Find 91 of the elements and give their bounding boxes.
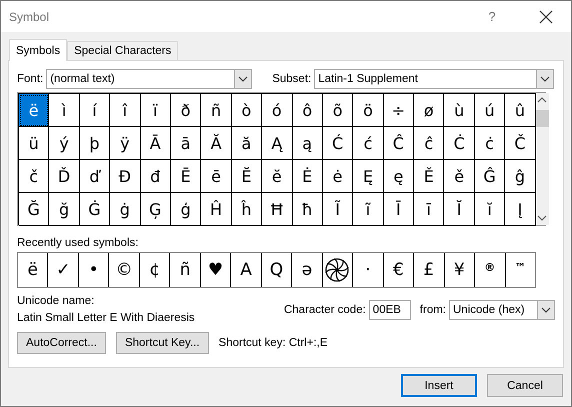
tab[interactable]: Special Characters <box>67 41 178 60</box>
unicode-name-label: Unicode name: <box>17 295 96 307</box>
close-icon <box>539 10 553 24</box>
symbol-cell[interactable]: ĉ <box>414 127 444 160</box>
scroll-up-icon[interactable] <box>537 97 548 103</box>
symbol-cell[interactable]: ę <box>384 160 414 193</box>
symbol-cell[interactable]: ÿ <box>110 127 141 160</box>
symbol-cell[interactable]: î <box>110 94 141 127</box>
symbol-cell[interactable]: Ć <box>322 127 354 160</box>
symbol-cell[interactable]: ċ <box>474 127 506 160</box>
subset-label: Subset: <box>272 73 312 85</box>
shortcut-key-text: Shortcut key: Ctrl+:,E <box>218 337 328 349</box>
symbol-cell[interactable]: ñ <box>201 94 232 127</box>
symbol-cell[interactable]: č <box>19 160 50 193</box>
symbol-cell[interactable]: ē <box>201 160 232 193</box>
symbol-cell[interactable]: ì <box>49 94 80 127</box>
dialog-button[interactable]: AutoCorrect... <box>17 332 106 354</box>
symbol-cell[interactable]: Ę <box>353 160 384 193</box>
scroll-down-icon[interactable] <box>537 215 548 221</box>
symbol-cell[interactable]: í <box>80 94 110 127</box>
symbol-cell[interactable]: ĩ <box>353 193 384 226</box>
symbol-cell[interactable]: ā <box>170 127 202 160</box>
symbol-cell[interactable]: ħ <box>292 193 323 226</box>
from-label: from: <box>420 304 446 316</box>
symbol-cell[interactable]: Ā <box>140 127 171 160</box>
help-button[interactable]: ? <box>477 9 507 24</box>
symbol-cell[interactable]: õ <box>322 94 354 127</box>
symbol-cell[interactable]: ć <box>353 127 384 160</box>
tab[interactable]: Symbols <box>9 39 68 61</box>
symbol-cell[interactable]: ø <box>414 94 444 127</box>
symbol-cell[interactable]: ô <box>292 94 323 127</box>
symbol-cell[interactable]: đ <box>140 160 171 193</box>
symbol-cell[interactable]: Ĩ <box>322 193 354 226</box>
font-label: Font: <box>17 73 44 85</box>
symbol-cell[interactable]: ù <box>444 94 475 127</box>
dialog-button[interactable]: Shortcut Key... <box>116 332 209 354</box>
symbol-cell[interactable]: Ė <box>292 160 323 193</box>
symbol-cell[interactable]: ğ <box>49 193 80 226</box>
symbol-cell[interactable]: Ą <box>262 127 293 160</box>
symbol-cell[interactable]: Ē <box>170 160 202 193</box>
symbol-cell[interactable]: Ĥ <box>201 193 232 226</box>
symbol-cell[interactable]: ð <box>170 94 202 127</box>
symbol-cell[interactable]: ÷ <box>384 94 414 127</box>
recent-label: Recently used symbols: <box>17 237 140 249</box>
symbol-cell[interactable]: þ <box>80 127 110 160</box>
symbol-cell[interactable]: Ĉ <box>384 127 414 160</box>
subset-dropdown[interactable]: Latin-1 Supplement <box>314 69 554 89</box>
character-code-label: Character code: <box>284 304 366 316</box>
symbol-cell[interactable]: ġ <box>110 193 141 226</box>
symbol-cell[interactable]: Ī <box>384 193 414 226</box>
symbol-cell[interactable]: Ħ <box>262 193 293 226</box>
symbol-cell[interactable]: Ĕ <box>232 160 262 193</box>
symbol-cell[interactable]: Ġ <box>80 193 110 226</box>
symbol-cell[interactable]: ò <box>232 94 262 127</box>
symbol-cell[interactable]: ĕ <box>262 160 293 193</box>
symbol-cell[interactable]: Ċ <box>444 127 475 160</box>
scrollbar[interactable] <box>536 93 549 225</box>
symbol-cell[interactable]: Ă <box>201 127 232 160</box>
symbol-cell[interactable]: Ĝ <box>474 160 506 193</box>
spiral-icon[interactable] <box>325 258 350 282</box>
dialog-button[interactable]: Insert <box>401 374 477 397</box>
symbol-cell[interactable]: Đ <box>110 160 141 193</box>
symbol-cell[interactable]: ü <box>19 127 50 160</box>
symbol-cell[interactable]: ý <box>49 127 80 160</box>
scrollbar-thumb[interactable] <box>536 110 549 127</box>
window-title: Symbol <box>9 10 50 24</box>
symbol-cell[interactable]: ė <box>322 160 354 193</box>
symbol-cell[interactable]: ą <box>292 127 323 160</box>
symbol-cell[interactable]: Ě <box>414 160 444 193</box>
font-dropdown[interactable]: (normal text) <box>46 69 252 89</box>
symbol-cell[interactable]: ï <box>140 94 171 127</box>
symbol-cell[interactable]: ö <box>353 94 384 127</box>
symbol-cell[interactable]: ī <box>414 193 444 226</box>
symbol-cell[interactable]: ď <box>80 160 110 193</box>
symbol-cell[interactable]: ă <box>232 127 262 160</box>
symbol-cell[interactable]: Ď <box>49 160 80 193</box>
from-dropdown[interactable]: Unicode (hex) <box>449 300 555 320</box>
symbol-cell[interactable]: ģ <box>170 193 202 226</box>
character-code-field[interactable]: 00EB <box>368 300 411 320</box>
symbol-cell[interactable]: Ģ <box>140 193 171 226</box>
symbol-cell[interactable]: Ğ <box>19 193 50 226</box>
dialog-button[interactable]: Cancel <box>487 374 563 397</box>
unicode-name-value: Latin Small Letter E With Diaeresis <box>17 312 195 324</box>
recent-symbol[interactable]: ™ <box>506 253 535 287</box>
symbol-cell[interactable]: Ĭ <box>444 193 475 226</box>
symbol-cell[interactable]: ě <box>444 160 475 193</box>
symbol-cell[interactable]: ĭ <box>474 193 506 226</box>
symbol-cell[interactable]: ó <box>262 94 293 127</box>
symbol-cell[interactable]: ë <box>19 94 50 127</box>
symbol-cell[interactable]: ĥ <box>232 193 262 226</box>
symbol-cell[interactable]: ú <box>474 94 506 127</box>
